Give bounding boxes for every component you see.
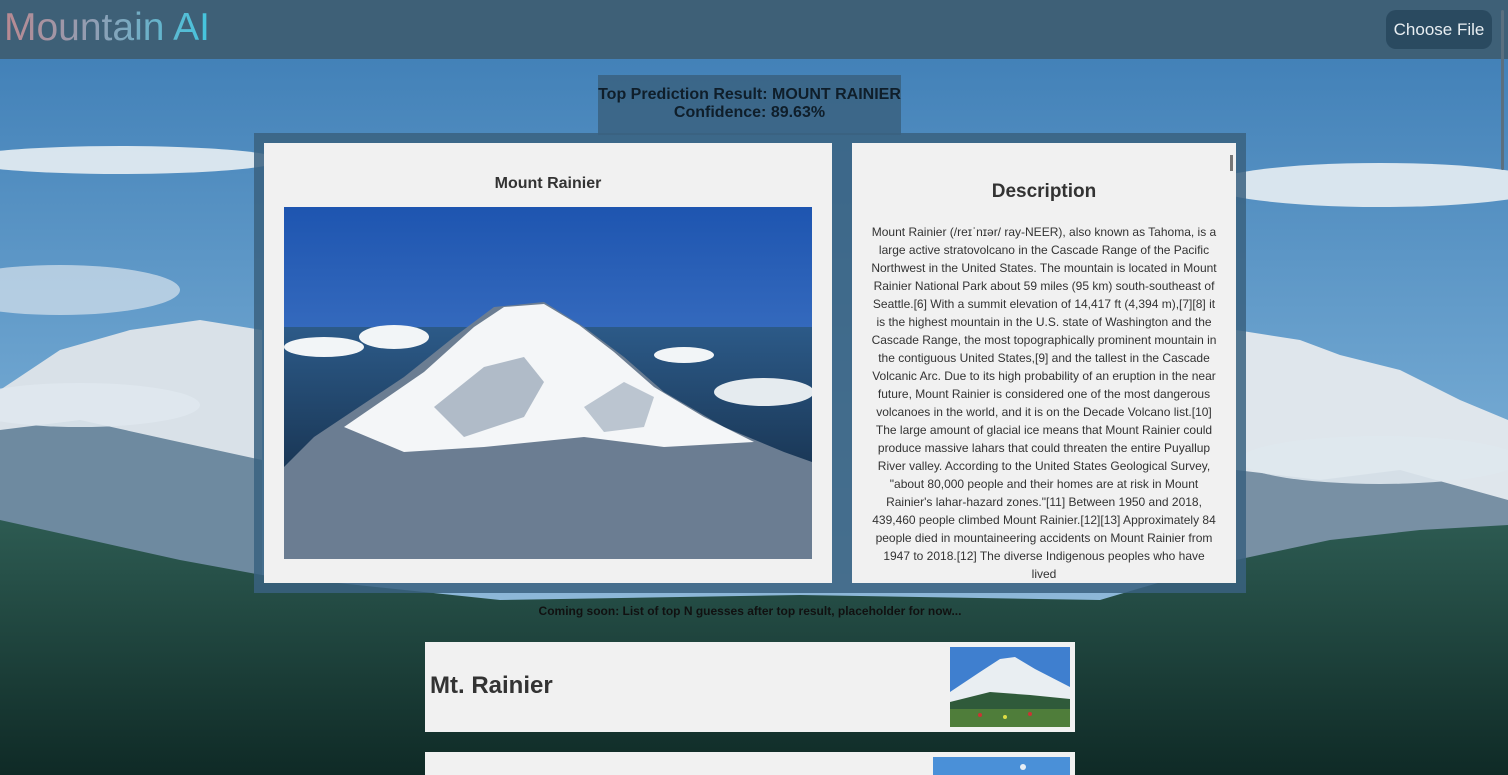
top-header-bar: Mountain AI Choose File [0, 0, 1508, 59]
confidence-label: Confidence: 89.63% [673, 104, 826, 121]
mountain-name-title: Mount Rainier [494, 175, 602, 192]
description-text: Mount Rainier (/reɪˈnɪər/ ray-NEER), als… [871, 225, 1217, 581]
guess-thumbnail [950, 647, 1070, 727]
mountain-photo [284, 207, 812, 559]
page-scrollbar[interactable] [1500, 0, 1508, 775]
top-prediction-label: Top Prediction Result: MOUNT RAINIER [598, 86, 901, 103]
description-heading: Description [991, 181, 1097, 202]
prediction-summary: Top Prediction Result: MOUNT RAINIER Con… [598, 75, 901, 135]
guess-card[interactable]: Mt. Rainier [425, 642, 1075, 732]
app-logo: Mountain AI [4, 6, 210, 49]
guess-thumbnail [933, 757, 1070, 775]
choose-file-button[interactable]: Choose File [1386, 10, 1492, 49]
description-card[interactable]: Description Mount Rainier (/reɪˈnɪər/ ra… [852, 143, 1236, 583]
description-scrollbar[interactable] [1230, 155, 1233, 171]
guess-name: Mt. Rainier [430, 672, 553, 699]
coming-soon-note: Coming soon: List of top N guesses after… [538, 604, 962, 618]
page-scrollbar-thumb[interactable] [1501, 10, 1504, 170]
guess-card[interactable] [425, 752, 1075, 775]
